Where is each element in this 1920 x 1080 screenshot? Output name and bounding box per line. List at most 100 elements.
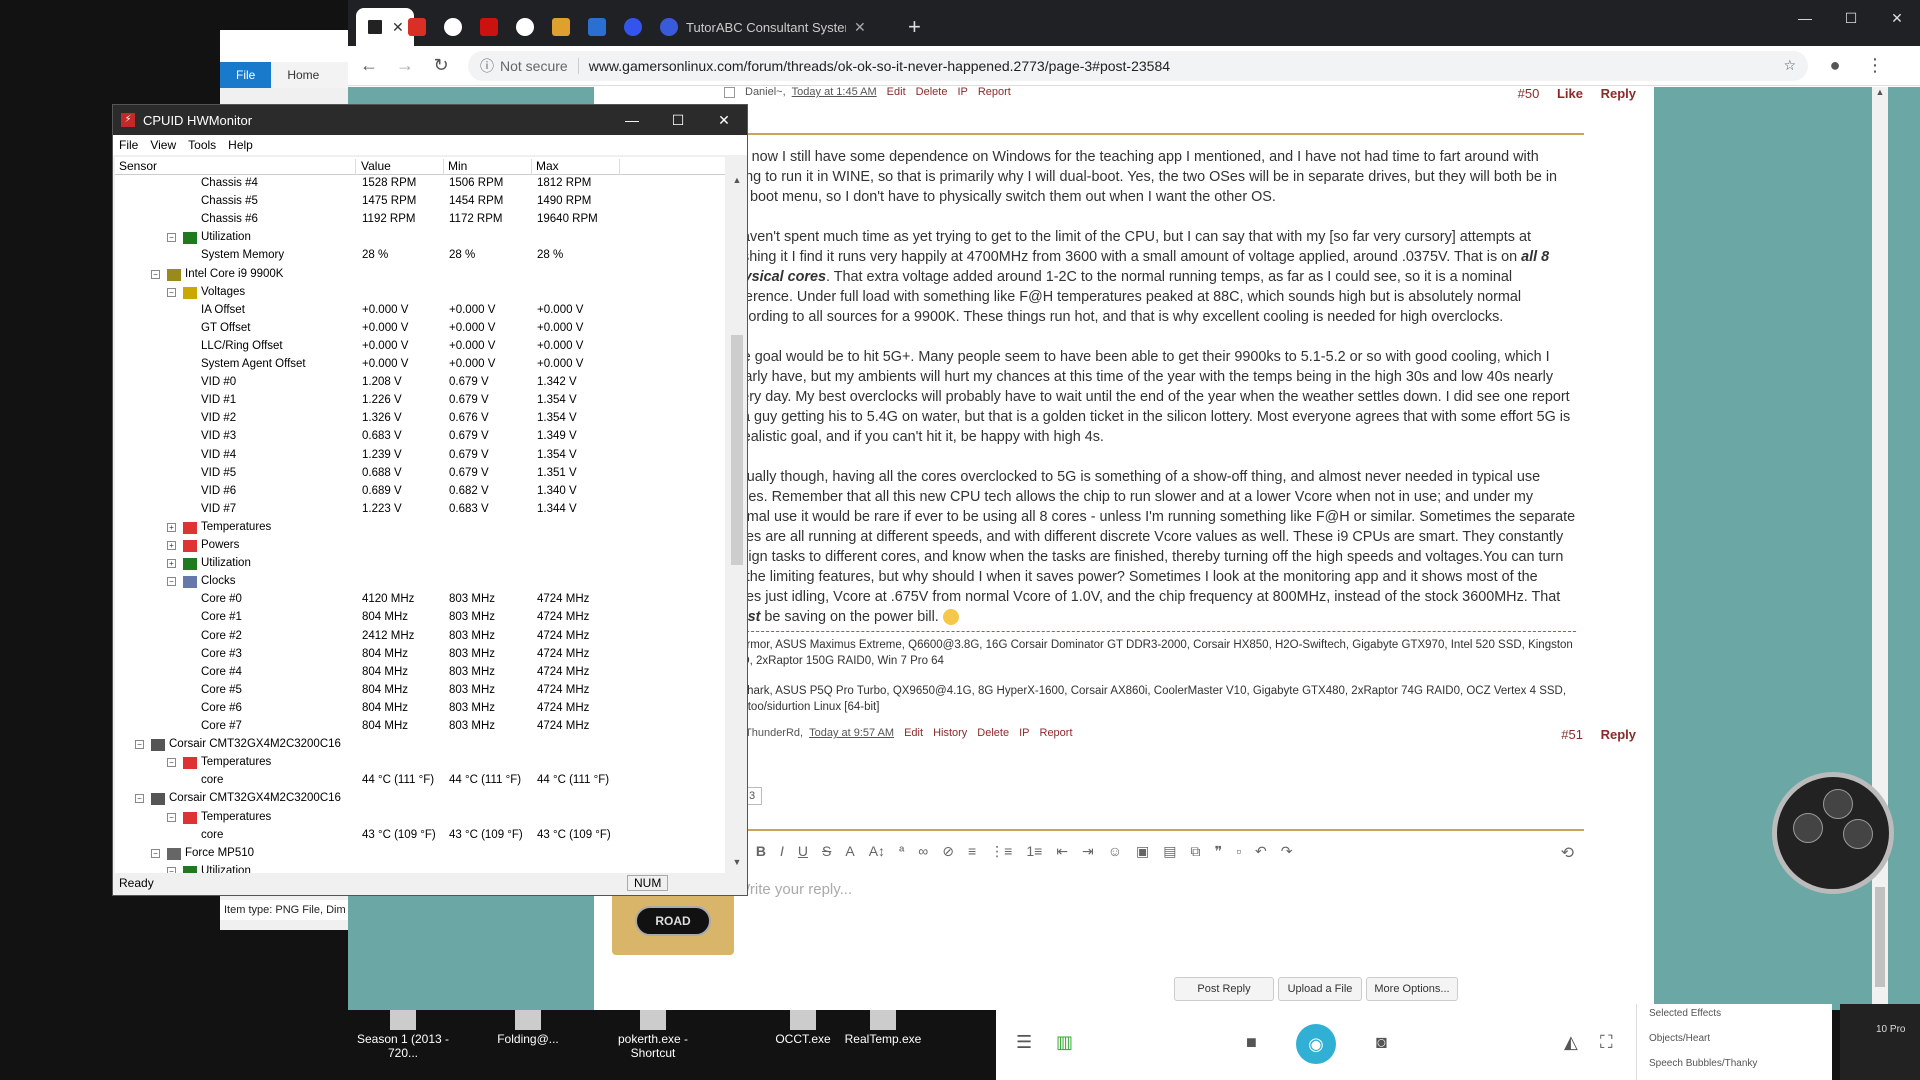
sensor-row[interactable]: IA Offset +0.000 V +0.000 V +0.000 V — [115, 302, 725, 320]
post-date[interactable]: Today at 1:45 AM — [792, 87, 877, 98]
toggle-bbcode-icon[interactable]: ⟲ — [1561, 843, 1574, 863]
collapse-icon[interactable]: − — [167, 758, 176, 768]
address-bar[interactable]: ⓘ Not secure www.gamersonlinux.com/forum… — [468, 50, 1808, 81]
tree-group[interactable]: − Utilization — [115, 863, 725, 873]
effect-item[interactable]: Objects/Heart — [1649, 1033, 1820, 1044]
history-link[interactable]: History — [933, 727, 967, 739]
sensor-row[interactable]: System Agent Offset +0.000 V +0.000 V +0.00… — [115, 356, 725, 374]
tab-red[interactable] — [470, 8, 508, 46]
chart-icon[interactable]: ▥ — [1056, 1032, 1073, 1053]
col-sensor[interactable]: Sensor — [115, 159, 356, 175]
delete-link[interactable]: Delete — [916, 87, 948, 98]
collapse-icon[interactable]: − — [167, 812, 176, 822]
expand-icon[interactable]: + — [167, 541, 176, 550]
maximize-icon[interactable]: ☐ — [1828, 0, 1874, 36]
upload-file-button[interactable]: Upload a File — [1278, 977, 1362, 1001]
tab-app-1[interactable] — [542, 8, 580, 46]
color-icon[interactable]: A — [845, 843, 854, 860]
sensor-row[interactable]: VID #5 0.688 V 0.679 V 1.351 V — [115, 465, 725, 483]
sensor-row[interactable]: Core #6 804 MHz 803 MHz 4724 MHz — [115, 700, 725, 718]
desktop-icon[interactable]: RealTemp.exe — [828, 1010, 938, 1046]
ip-link[interactable]: IP — [957, 87, 967, 98]
media-icon[interactable]: ▤ — [1163, 843, 1176, 860]
reply-link[interactable]: Reply — [1601, 727, 1636, 742]
sensor-row[interactable]: VID #3 0.683 V 0.679 V 1.349 V — [115, 428, 725, 446]
font-icon[interactable]: ª — [899, 843, 904, 860]
account-icon[interactable]: ● — [1822, 55, 1848, 76]
menu-help[interactable]: Help — [222, 138, 259, 152]
font-size-icon[interactable]: A↕ — [869, 843, 885, 860]
unlink-icon[interactable]: ⊘ — [942, 843, 954, 860]
edit-link[interactable]: Edit — [904, 727, 923, 739]
scroll-thumb[interactable] — [731, 335, 743, 565]
bold-icon[interactable]: B — [756, 843, 766, 860]
scroll-down-icon[interactable]: ▼ — [729, 857, 745, 873]
tree-group[interactable]: + Temperatures — [115, 519, 725, 537]
sensor-row[interactable]: Core #3 804 MHz 803 MHz 4724 MHz — [115, 646, 725, 664]
sensor-row[interactable]: Core #4 804 MHz 803 MHz 4724 MHz — [115, 664, 725, 682]
forward-icon[interactable]: → — [390, 55, 420, 76]
report-link[interactable]: Report — [1040, 727, 1073, 739]
like-link[interactable]: Like — [1557, 87, 1583, 101]
maximize-icon[interactable]: ☐ — [655, 112, 701, 129]
star-icon[interactable]: ☆ — [1783, 57, 1796, 74]
collapse-icon[interactable]: − — [151, 848, 160, 858]
post-number[interactable]: #51 — [1561, 727, 1583, 742]
undo-icon[interactable]: ↶ — [1255, 843, 1267, 860]
tab-tutorabc[interactable]: TutorABC Consultant System - M ✕ — [650, 8, 876, 46]
tree-group[interactable]: − Temperatures — [115, 754, 725, 772]
camera-video-icon[interactable]: ■ — [1246, 1032, 1257, 1053]
menu-tools[interactable]: Tools — [182, 138, 222, 152]
number-list-icon[interactable]: 1≡ — [1026, 843, 1042, 860]
sensor-row[interactable]: Core #0 4120 MHz 803 MHz 4724 MHz — [115, 591, 725, 609]
reply-link[interactable]: Reply — [1601, 87, 1636, 101]
col-value[interactable]: Value — [357, 159, 444, 175]
tree-group[interactable]: − Corsair CMT32GX4M2C3200C16 — [115, 790, 725, 808]
collapse-icon[interactable]: − — [167, 287, 176, 297]
tab-app-3[interactable] — [614, 8, 652, 46]
smiley-icon[interactable]: ☺ — [1108, 843, 1122, 860]
more-options-button[interactable]: More Options... — [1366, 977, 1458, 1001]
collapse-icon[interactable]: − — [167, 233, 176, 243]
post-author[interactable]: ThunderRd, — [745, 727, 803, 739]
effect-item[interactable]: Speech Bubbles/Thanky — [1649, 1058, 1820, 1069]
mask-icon[interactable]: ◭ — [1564, 1032, 1578, 1053]
explorer-tab-file[interactable]: File — [220, 62, 272, 88]
align-icon[interactable]: ≡ — [968, 843, 976, 860]
bullet-list-icon[interactable]: ⋮≡ — [990, 843, 1012, 860]
image-icon[interactable]: ▣ — [1136, 843, 1149, 860]
tree-group[interactable]: − Force MP510 — [115, 845, 725, 863]
collapse-icon[interactable]: − — [135, 740, 144, 750]
fullscreen-icon[interactable]: ⛶ — [1600, 1032, 1613, 1053]
outdent-icon[interactable]: ⇤ — [1056, 843, 1068, 860]
save-icon[interactable]: ▫ — [1236, 843, 1241, 860]
sensor-row[interactable]: VID #1 1.226 V 0.679 V 1.354 V — [115, 392, 725, 410]
minimize-icon[interactable]: — — [1782, 0, 1828, 36]
tab-gmail[interactable] — [398, 8, 436, 46]
sensor-row[interactable]: Core #2 2412 MHz 803 MHz 4724 MHz — [115, 628, 725, 646]
sensor-row[interactable]: core 43 °C (109 °F) 43 °C (109 °F) 43 °C (1… — [115, 827, 725, 845]
menu-icon[interactable]: ⋮ — [1862, 55, 1888, 76]
reload-icon[interactable]: ↻ — [426, 55, 456, 76]
code-icon[interactable]: ⧉ — [1191, 843, 1201, 860]
desktop-icon[interactable]: pokerth.exe - Shortcut — [598, 1010, 708, 1060]
sensor-row[interactable]: VID #2 1.326 V 0.676 V 1.354 V — [115, 410, 725, 428]
info-icon[interactable]: ⓘ — [480, 56, 494, 76]
post-number[interactable]: #50 — [1518, 87, 1540, 101]
menu-file[interactable]: File — [113, 138, 144, 152]
redo-icon[interactable]: ↷ — [1281, 843, 1293, 860]
broadcast-icon[interactable]: ◉ — [1296, 1024, 1336, 1064]
collapse-icon[interactable]: − — [167, 577, 176, 587]
close-icon[interactable]: ✕ — [701, 112, 747, 129]
collapse-icon[interactable]: − — [135, 794, 144, 804]
post-date[interactable]: Today at 9:57 AM — [809, 727, 894, 739]
tree-group[interactable]: + Powers — [115, 537, 725, 555]
tree-group[interactable]: − Intel Core i9 9900K — [115, 266, 725, 284]
sensor-row[interactable]: GT Offset +0.000 V +0.000 V +0.000 V — [115, 320, 725, 338]
scroll-thumb[interactable] — [1875, 887, 1885, 987]
close-icon[interactable]: ✕ — [854, 19, 866, 36]
collapse-icon[interactable]: − — [151, 269, 160, 279]
italic-icon[interactable]: I — [780, 843, 784, 860]
edit-link[interactable]: Edit — [887, 87, 906, 98]
tab-google[interactable] — [434, 8, 472, 46]
